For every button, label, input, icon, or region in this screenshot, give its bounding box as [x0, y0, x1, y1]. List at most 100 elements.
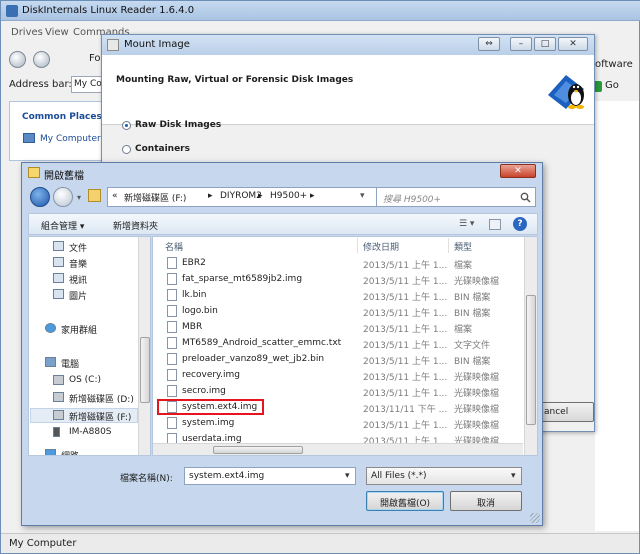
- file-row[interactable]: MT6589_Android_scatter_emmc.txt 2013/5/1…: [153, 335, 523, 351]
- location-folder-icon: [88, 189, 101, 202]
- nav-item-im-a880s[interactable]: IM-A880S: [69, 427, 112, 437]
- mount-dialog-title: Mount Image: [124, 39, 190, 50]
- menu-drives[interactable]: Drives: [11, 27, 43, 38]
- help-icon[interactable]: ?: [513, 217, 527, 231]
- disc-image-icon: [167, 369, 177, 381]
- go-button[interactable]: Go: [605, 80, 619, 91]
- file-name: recovery.img: [182, 370, 240, 380]
- column-header-name[interactable]: 名稱: [165, 240, 183, 253]
- file-list-hscrollbar[interactable]: [153, 443, 523, 455]
- nav-scrollbar-thumb[interactable]: [140, 337, 150, 403]
- file-row[interactable]: system.img 2013/5/11 上午 1... 光碟映像檔: [153, 415, 523, 431]
- history-dropdown-icon[interactable]: ▾: [77, 193, 81, 202]
- file-row[interactable]: MBR 2013/5/11 上午 1... 檔案: [153, 319, 523, 335]
- raw-disk-images-label[interactable]: Raw Disk Images: [135, 120, 221, 130]
- breadcrumb-overflow[interactable]: «: [112, 191, 118, 201]
- file-type: 光碟映像檔: [454, 405, 500, 415]
- file-row[interactable]: fat_sparse_mt6589jb2.img 2013/5/11 上午 1.…: [153, 271, 523, 287]
- breadcrumb-separator[interactable]: ▸: [258, 191, 263, 201]
- chevron-down-icon[interactable]: ▾: [511, 471, 516, 481]
- back-icon[interactable]: [9, 51, 26, 68]
- sidebar-item-my-computer[interactable]: My Computer: [40, 134, 101, 144]
- new-folder-button[interactable]: 新增資料夾: [113, 219, 158, 232]
- preview-pane-icon[interactable]: [489, 219, 501, 230]
- file-icon: [167, 353, 177, 365]
- hscrollbar-thumb[interactable]: [213, 446, 303, 454]
- nav-item-computer[interactable]: 電腦: [61, 357, 79, 370]
- column-divider[interactable]: [357, 238, 358, 253]
- containers-radio[interactable]: [122, 145, 131, 154]
- content-panel: [595, 101, 639, 531]
- nav-item-documents[interactable]: 文件: [69, 241, 87, 254]
- open-button[interactable]: 開啟舊檔(O): [366, 491, 444, 511]
- music-icon: [53, 257, 64, 267]
- nav-item-drive-f[interactable]: 新增磁碟區 (F:): [69, 410, 131, 423]
- file-date: 2013/5/11 上午 1...: [363, 261, 448, 271]
- forward-arrow-icon[interactable]: [53, 187, 73, 207]
- main-window-title: DiskInternals Linux Reader 1.6.4.0: [22, 5, 195, 16]
- breadcrumb-separator[interactable]: ▸: [310, 191, 315, 201]
- menu-view[interactable]: View: [45, 27, 69, 38]
- breadcrumb-h9500[interactable]: H9500+: [270, 191, 307, 201]
- nav-item-videos[interactable]: 視訊: [69, 273, 87, 286]
- search-icon[interactable]: [520, 192, 531, 203]
- column-header-type[interactable]: 類型: [454, 240, 472, 253]
- mount-header-text: Mounting Raw, Virtual or Forensic Disk I…: [116, 75, 354, 85]
- folder-icon: [28, 167, 40, 178]
- drive-c-icon: [53, 375, 64, 385]
- file-date: 2013/5/11 上午 1...: [363, 341, 448, 351]
- mount-title-bar: Mount Image ⇔ – □ ✕: [102, 35, 594, 55]
- restore-button[interactable]: ⇔: [478, 37, 500, 51]
- column-divider[interactable]: [448, 238, 449, 253]
- file-type: BIN 檔案: [454, 357, 491, 367]
- nav-item-network[interactable]: 網路: [61, 449, 79, 455]
- resize-grip[interactable]: [530, 513, 540, 523]
- mount-cancel-button[interactable]: ancel: [540, 402, 594, 422]
- back-arrow-icon[interactable]: [30, 187, 50, 207]
- nav-item-homegroup[interactable]: 家用群組: [61, 323, 97, 336]
- file-list-vscrollbar[interactable]: [524, 237, 537, 455]
- cancel-button[interactable]: 取消: [450, 491, 522, 511]
- nav-item-drive-c[interactable]: OS (C:): [69, 375, 101, 385]
- file-row[interactable]: logo.bin 2013/5/11 上午 1... BIN 檔案: [153, 303, 523, 319]
- chevron-down-icon[interactable]: ▾: [345, 471, 350, 481]
- file-row[interactable]: preloader_vanzo89_wet_jb2.bin 2013/5/11 …: [153, 351, 523, 367]
- file-type-select[interactable]: All Files (*.*) ▾: [366, 467, 522, 485]
- nav-item-music[interactable]: 音樂: [69, 257, 87, 270]
- file-row[interactable]: recovery.img 2013/5/11 上午 1... 光碟映像檔: [153, 367, 523, 383]
- file-row[interactable]: lk.bin 2013/5/11 上午 1... BIN 檔案: [153, 287, 523, 303]
- breadcrumb-diyrom2[interactable]: DIYROM2: [220, 191, 262, 201]
- search-input[interactable]: 搜尋 H9500+: [376, 187, 536, 207]
- forward-icon[interactable]: [33, 51, 50, 68]
- file-type: 光碟映像檔: [454, 389, 500, 399]
- breadcrumb-separator[interactable]: ▸: [208, 191, 213, 201]
- organize-button[interactable]: 組合管理 ▾: [41, 219, 84, 232]
- column-header-date[interactable]: 修改日期: [363, 240, 399, 253]
- homegroup-icon: [45, 323, 56, 333]
- common-places-heading: Common Places: [22, 112, 102, 122]
- view-options-icon[interactable]: ☰ ▾: [459, 219, 474, 229]
- drive-d-icon: [53, 392, 64, 402]
- open-title-bar: 開啟舊檔 ✕: [22, 163, 542, 183]
- document-icon: [53, 241, 64, 251]
- file-name: system.img: [182, 418, 235, 428]
- file-row[interactable]: EBR2 2013/5/11 上午 1... 檔案: [153, 255, 523, 271]
- raw-disk-images-radio[interactable]: [122, 121, 131, 130]
- nav-item-drive-d[interactable]: 新增磁碟區 (D:): [69, 392, 134, 405]
- containers-label[interactable]: Containers: [135, 144, 190, 154]
- breadcrumb-dropdown-icon[interactable]: ▾: [360, 191, 365, 201]
- minimize-button[interactable]: –: [510, 37, 532, 51]
- nav-scrollbar[interactable]: [138, 237, 150, 455]
- file-name: lk.bin: [182, 290, 207, 300]
- close-button[interactable]: ✕: [558, 37, 588, 51]
- nav-item-pictures[interactable]: 圖片: [69, 289, 87, 302]
- breadcrumb-drive-f[interactable]: 新增磁碟區 (F:): [124, 191, 186, 204]
- drive-f-icon: [53, 410, 64, 420]
- open-close-button[interactable]: ✕: [500, 164, 536, 178]
- file-type: 檔案: [454, 261, 473, 271]
- file-row[interactable]: secro.img 2013/5/11 上午 1... 光碟映像檔: [153, 383, 523, 399]
- vscrollbar-thumb[interactable]: [526, 295, 536, 425]
- filename-value: system.ext4.img: [189, 471, 265, 481]
- filename-input[interactable]: system.ext4.img ▾: [184, 467, 356, 485]
- maximize-button[interactable]: □: [534, 37, 556, 51]
